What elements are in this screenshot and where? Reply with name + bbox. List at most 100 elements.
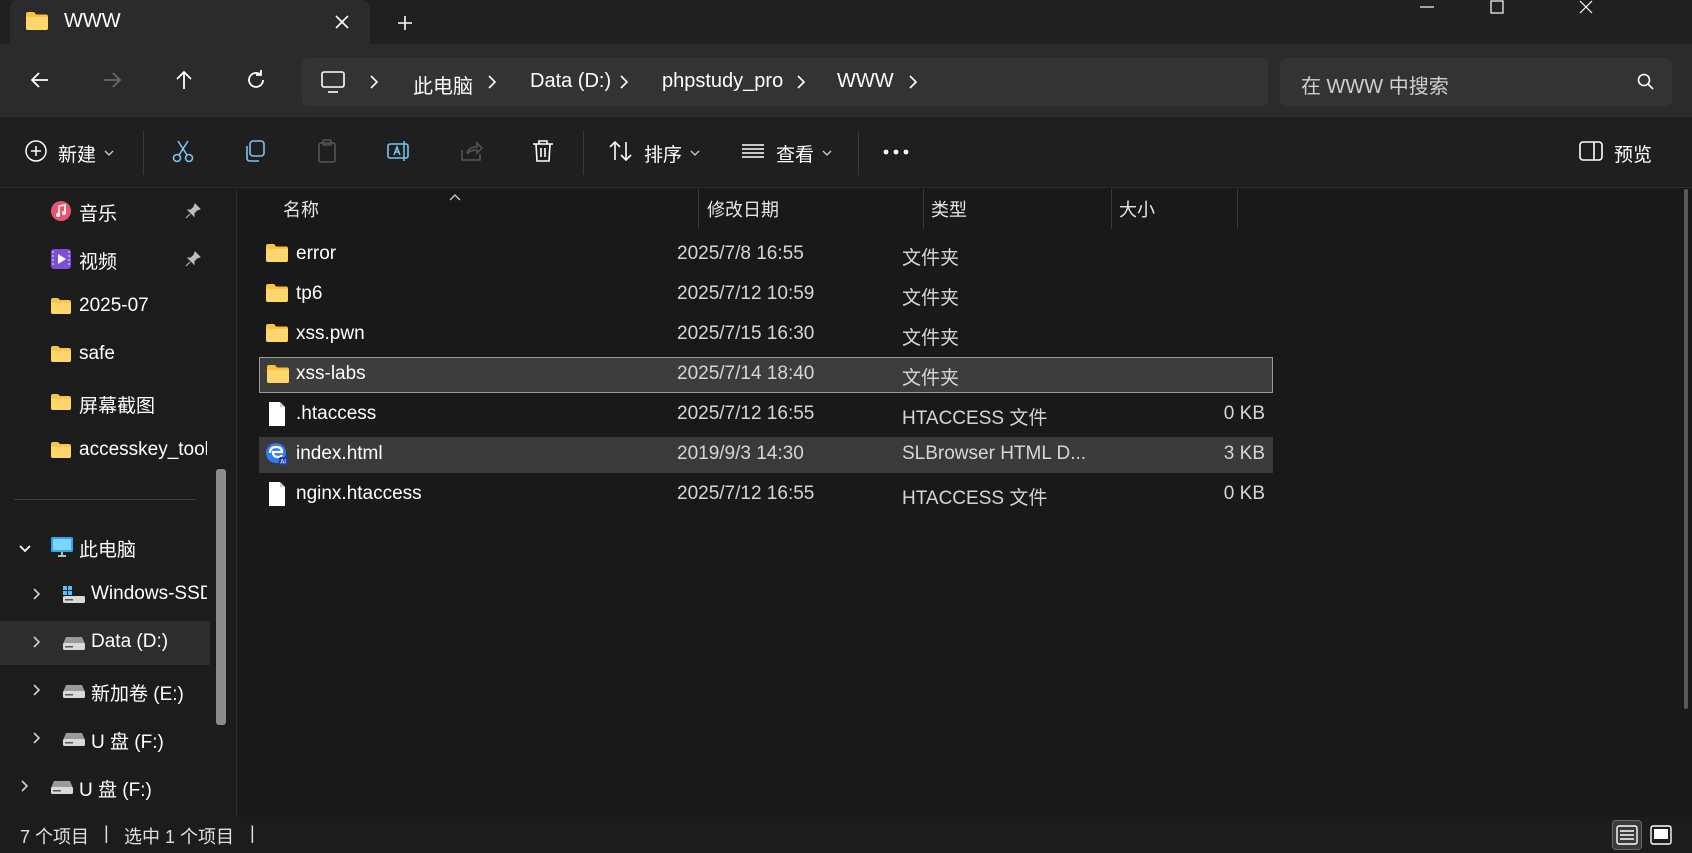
preview-label: 预览 — [1614, 144, 1653, 166]
pin-icon[interactable] — [185, 203, 201, 224]
breadcrumb-phpstudy-pro[interactable]: phpstudy_pro — [662, 70, 783, 93]
column-header-label: 名称 — [283, 200, 319, 220]
breadcrumb-data-d[interactable]: Data (D:) — [530, 70, 611, 93]
more-icon — [882, 144, 910, 162]
chevron-right-icon[interactable] — [32, 731, 42, 750]
sort-button[interactable]: 排序 — [608, 135, 700, 171]
chevron-right-icon[interactable] — [32, 635, 42, 654]
column-divider[interactable] — [1237, 189, 1238, 229]
table-row[interactable]: AI index.html 2019/9/3 14:30 SLBrowser H… — [259, 437, 1273, 473]
navigation-bar: 此电脑 Data (D:) phpstudy_pro WWW 在 WWW 中搜索 — [0, 44, 1692, 116]
search-icon[interactable] — [1636, 72, 1656, 97]
new-tab-button[interactable] — [390, 8, 420, 38]
table-row-selected[interactable]: xss-labs 2025/7/14 18:40 文件夹 — [259, 357, 1273, 393]
table-row[interactable]: xss.pwn 2025/7/15 16:30 文件夹 — [259, 317, 1273, 353]
sidebar-item-label: U 盘 (F:) — [79, 780, 152, 801]
chevron-right-icon[interactable] — [20, 779, 30, 798]
share-button[interactable] — [458, 135, 484, 171]
file-type: HTACCESS 文件 — [902, 408, 1048, 429]
chevron-right-icon[interactable] — [32, 587, 42, 606]
column-header-size[interactable]: 大小 — [1119, 189, 1155, 229]
file-list-scrollbar[interactable] — [1684, 189, 1688, 709]
table-row[interactable]: .htaccess 2025/7/12 16:55 HTACCESS 文件 0 … — [259, 397, 1273, 433]
file-type: 文件夹 — [902, 368, 960, 389]
tab-www[interactable]: WWW — [10, 0, 370, 44]
folder-icon — [50, 393, 72, 416]
sidebar-item-video[interactable]: 视频 — [0, 237, 210, 281]
sidebar-item-data-d[interactable]: Data (D:) — [0, 621, 210, 665]
sidebar-item-label: Data (D:) — [91, 631, 169, 652]
drive-icon — [62, 731, 86, 752]
view-list-icon — [740, 138, 766, 169]
chevron-right-icon[interactable] — [32, 683, 42, 702]
table-row[interactable]: error 2025/7/8 16:55 文件夹 — [259, 237, 1273, 273]
breadcrumb-www[interactable]: WWW — [837, 70, 894, 93]
sidebar-item-music[interactable]: 音乐 — [0, 189, 210, 233]
pin-icon[interactable] — [185, 251, 201, 272]
paste-button[interactable] — [314, 135, 340, 171]
sidebar-item-usb-f-root[interactable]: U 盘 (F:) — [0, 765, 210, 809]
chevron-right-icon — [795, 73, 807, 96]
table-row[interactable]: nginx.htaccess 2025/7/12 16:55 HTACCESS … — [259, 477, 1273, 513]
sidebar-item-accesskey-tools[interactable]: accesskey_tools — [0, 429, 210, 473]
toolbar-divider — [143, 131, 144, 175]
chevron-down-icon — [690, 144, 700, 162]
view-button[interactable]: 查看 — [740, 135, 832, 171]
address-bar[interactable]: 此电脑 Data (D:) phpstudy_pro WWW — [302, 58, 1268, 106]
copy-icon — [242, 138, 268, 169]
drive-icon — [62, 683, 86, 704]
column-header-modified[interactable]: 修改日期 — [707, 189, 779, 229]
share-icon — [458, 138, 484, 169]
sidebar-item-2025-07[interactable]: 2025-07 — [0, 285, 210, 329]
column-header-type[interactable]: 类型 — [931, 189, 967, 229]
file-size: 0 KB — [1223, 403, 1265, 424]
file-type: 文件夹 — [902, 288, 960, 309]
more-button[interactable] — [882, 135, 910, 171]
sidebar-item-new-volume-e[interactable]: 新加卷 (E:) — [0, 669, 210, 713]
folder-icon — [50, 441, 72, 464]
refresh-icon[interactable] — [236, 60, 276, 100]
chevron-right-icon[interactable] — [907, 73, 919, 96]
plus-circle-icon — [24, 139, 48, 168]
sidebar-item-windows-ssd[interactable]: Windows-SSD — [0, 573, 210, 617]
column-header-label: 修改日期 — [707, 200, 779, 220]
preview-button[interactable]: 预览 — [1578, 135, 1652, 171]
chevron-down-icon[interactable] — [18, 541, 32, 559]
close-window-icon[interactable] — [1552, 0, 1622, 20]
file-icon — [267, 401, 287, 432]
breadcrumb-this-pc[interactable]: 此电脑 — [413, 70, 473, 99]
forward-icon[interactable] — [92, 60, 132, 100]
sidebar-item-screenshots[interactable]: 屏幕截图 — [0, 381, 210, 425]
sidebar-item-this-pc[interactable]: 此电脑 — [0, 525, 210, 569]
file-modified: 2025/7/12 16:55 — [677, 403, 815, 424]
sidebar-item-label: 此电脑 — [79, 540, 137, 561]
cut-button[interactable] — [170, 135, 196, 171]
delete-button[interactable] — [530, 135, 556, 171]
sidebar-item-usb-f[interactable]: U 盘 (F:) — [0, 717, 210, 761]
sort-ascending-icon — [448, 189, 462, 207]
column-divider[interactable] — [698, 189, 699, 229]
sidebar-scrollbar[interactable] — [216, 469, 226, 725]
close-tab-icon[interactable] — [328, 8, 356, 36]
table-row[interactable]: tp6 2025/7/12 10:59 文件夹 — [259, 277, 1273, 313]
maximize-icon[interactable] — [1462, 0, 1532, 20]
sidebar-item-safe[interactable]: safe — [0, 333, 210, 377]
copy-button[interactable] — [242, 135, 268, 171]
video-icon — [50, 248, 72, 275]
minimize-icon[interactable] — [1392, 0, 1462, 20]
search-box[interactable]: 在 WWW 中搜索 — [1280, 58, 1672, 106]
details-view-icon[interactable] — [1612, 820, 1642, 850]
computer-icon — [320, 70, 346, 99]
rename-button[interactable] — [386, 135, 412, 171]
back-icon[interactable] — [20, 60, 60, 100]
search-input[interactable]: 在 WWW 中搜索 — [1301, 70, 1449, 99]
column-divider[interactable] — [1111, 189, 1112, 229]
tiles-view-icon[interactable] — [1646, 820, 1676, 850]
column-header-name[interactable]: 名称 — [283, 189, 319, 229]
new-button[interactable]: 新建 — [24, 135, 114, 171]
file-name: index.html — [296, 443, 383, 464]
folder-icon — [50, 297, 72, 320]
up-icon[interactable] — [164, 60, 204, 100]
column-divider[interactable] — [923, 189, 924, 229]
drive-icon — [62, 635, 86, 656]
